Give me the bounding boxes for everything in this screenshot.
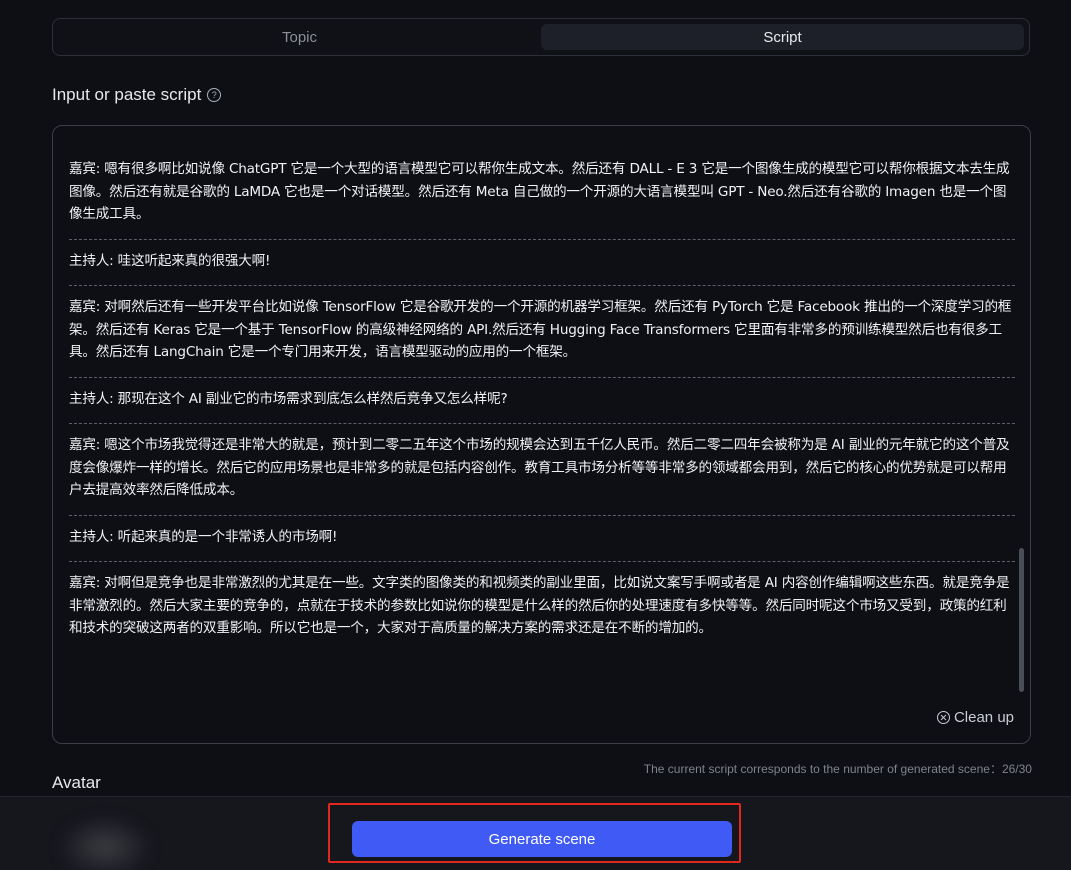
cleanup-label: Clean up bbox=[953, 709, 1014, 726]
page: Topic Script Input or paste script ? 嘉宾:… bbox=[0, 0, 1071, 870]
avatar-thumbnail bbox=[60, 817, 150, 870]
script-segment[interactable]: 嘉宾: 嗯有很多啊比如说像 ChatGPT 它是一个大型的语言模型它可以帮你生成… bbox=[69, 148, 1015, 240]
x-circle-icon bbox=[936, 711, 950, 724]
script-scrollbar[interactable] bbox=[1019, 548, 1024, 692]
avatar-section-label: Avatar bbox=[52, 773, 101, 792]
script-segment[interactable]: 主持人: 听起来真的是一个非常诱人的市场啊! bbox=[69, 516, 1015, 562]
question-circle-icon[interactable]: ? bbox=[207, 88, 222, 102]
script-content[interactable]: 嘉宾: 嗯有很多啊比如说像 ChatGPT 它是一个大型的语言模型它可以帮你生成… bbox=[69, 148, 1015, 708]
tab-script[interactable]: Script bbox=[541, 24, 1024, 50]
script-segment[interactable]: 主持人: 那现在这个 AI 副业它的市场需求到底怎么样然后竞争又怎么样呢? bbox=[69, 378, 1015, 424]
tab-topic[interactable]: Topic bbox=[58, 24, 541, 50]
scene-count-text: The current script corresponds to the nu… bbox=[643, 762, 1032, 776]
script-segment[interactable]: 嘉宾: 对啊然后还有一些开发平台比如说像 TensorFlow 它是谷歌开发的一… bbox=[69, 286, 1015, 378]
script-segment[interactable]: 嘉宾: 嗯这个市场我觉得还是非常大的就是，预计到二零二五年这个市场的规模会达到五… bbox=[69, 424, 1015, 516]
script-segment[interactable]: 嘉宾: 对啊但是竞争也是非常激烈的尤其是在一些。文字类的图像类的和视频类的副业里… bbox=[69, 562, 1015, 653]
bottom-action-bar: Generate scene bbox=[0, 796, 1071, 870]
script-textarea[interactable]: 嘉宾: 嗯有很多啊比如说像 ChatGPT 它是一个大型的语言模型它可以帮你生成… bbox=[52, 125, 1031, 744]
mode-tabs: Topic Script bbox=[52, 18, 1030, 56]
cleanup-button[interactable]: Clean up bbox=[936, 709, 1014, 726]
script-section-label: Input or paste script ? bbox=[52, 85, 222, 105]
script-segment[interactable]: 主持人: 哇这听起来真的很强大啊! bbox=[69, 240, 1015, 286]
script-section-title: Input or paste script bbox=[52, 85, 202, 104]
generate-scene-button[interactable]: Generate scene bbox=[352, 821, 732, 857]
